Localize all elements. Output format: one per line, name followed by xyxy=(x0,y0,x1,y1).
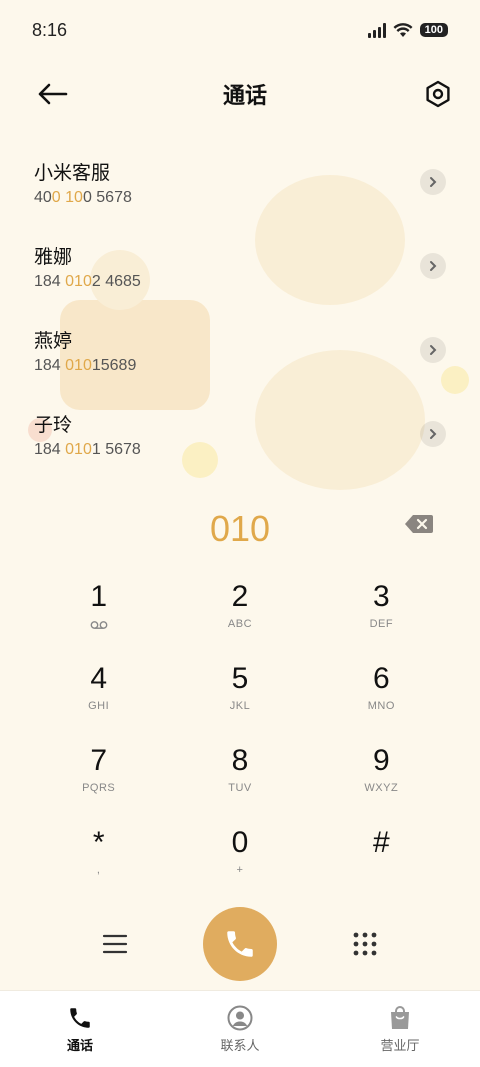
key-5[interactable]: 5 JKL xyxy=(169,662,310,722)
contact-row[interactable]: 雅娜 184 0102 4685 xyxy=(0,224,480,308)
dialer-actions xyxy=(0,906,480,982)
battery-indicator: 100 xyxy=(419,23,448,37)
contact-row[interactable]: 小米客服 400 100 5678 xyxy=(0,140,480,224)
key-2[interactable]: 2 ABC xyxy=(169,580,310,640)
nav-label: 营业厅 xyxy=(380,1038,420,1054)
menu-icon xyxy=(102,934,128,954)
contact-name: 燕婷 xyxy=(34,329,73,352)
contact-number: 400 100 5678 xyxy=(34,188,132,206)
menu-button[interactable] xyxy=(93,922,137,966)
wifi-icon xyxy=(393,23,413,37)
key-3[interactable]: 3 DEF xyxy=(311,580,452,640)
contact-detail-button[interactable] xyxy=(420,421,446,447)
bottom-navigation: 通话 联系人 营业厅 xyxy=(0,990,480,1067)
key-4[interactable]: 4 GHI xyxy=(28,662,169,722)
arrow-left-icon xyxy=(38,83,68,105)
shopping-bag-icon xyxy=(391,1005,409,1029)
contact-detail-button[interactable] xyxy=(420,169,446,195)
keypad-toggle-button[interactable] xyxy=(343,922,387,966)
contact-number: 184 0102 4685 xyxy=(34,272,141,290)
backspace-icon xyxy=(405,515,433,533)
contact-name: 子玲 xyxy=(34,413,73,436)
contact-number: 184 01015689 xyxy=(34,356,137,374)
contact-number: 184 0101 5678 xyxy=(34,440,141,458)
person-icon xyxy=(227,1005,253,1030)
contact-detail-button[interactable] xyxy=(420,253,446,279)
status-time: 8:16 xyxy=(32,19,68,40)
contact-suggestion-list: 小米客服 400 100 5678 雅娜 184 0102 4685 燕婷 18… xyxy=(0,140,480,476)
dialer-panel: 010 1 2 ABC 3 DEF 4 GHI 5 JKL 6 MNO 7 PQ… xyxy=(0,490,480,990)
key-hash[interactable]: # xyxy=(311,826,452,886)
nav-item-contacts[interactable]: 联系人 xyxy=(180,1005,300,1054)
key-0[interactable]: 0 + xyxy=(169,826,310,886)
key-6[interactable]: 6 MNO xyxy=(311,662,452,722)
status-icons: 100 xyxy=(367,22,448,38)
key-star[interactable]: * , xyxy=(28,826,169,886)
key-9[interactable]: 9 WXYZ xyxy=(311,744,452,804)
contact-name: 小米客服 xyxy=(34,161,111,184)
signal-icon xyxy=(367,22,386,38)
key-7[interactable]: 7 PQRS xyxy=(28,744,169,804)
header: 通话 xyxy=(0,70,480,118)
status-bar: 8:16 100 xyxy=(0,0,480,60)
nav-item-calls[interactable]: 通话 xyxy=(20,1005,140,1054)
contact-name: 雅娜 xyxy=(34,245,73,268)
nav-label: 联系人 xyxy=(220,1038,260,1054)
key-8[interactable]: 8 TUV xyxy=(169,744,310,804)
chevron-right-icon xyxy=(430,177,437,187)
key-1[interactable]: 1 xyxy=(28,580,169,640)
voicemail-icon xyxy=(90,621,108,629)
page-title: 通话 xyxy=(222,84,267,109)
call-button[interactable] xyxy=(203,907,277,981)
nav-label: 通话 xyxy=(66,1038,93,1054)
contact-detail-button[interactable] xyxy=(420,337,446,363)
contact-row[interactable]: 燕婷 184 01015689 xyxy=(0,308,480,392)
chevron-right-icon xyxy=(430,429,437,439)
settings-button[interactable] xyxy=(418,74,458,114)
chevron-right-icon xyxy=(430,345,437,355)
contact-row[interactable]: 子玲 184 0101 5678 xyxy=(0,392,480,476)
back-button[interactable] xyxy=(32,74,72,114)
phone-icon xyxy=(70,1007,90,1028)
backspace-button[interactable] xyxy=(404,514,434,538)
keypad: 1 2 ABC 3 DEF 4 GHI 5 JKL 6 MNO 7 PQRS 8… xyxy=(28,580,452,886)
dialpad-icon xyxy=(353,932,377,956)
chevron-right-icon xyxy=(430,261,437,271)
nav-item-service-hall[interactable]: 营业厅 xyxy=(340,1005,460,1054)
phone-icon xyxy=(227,931,253,957)
hexagon-settings-icon xyxy=(426,80,450,108)
